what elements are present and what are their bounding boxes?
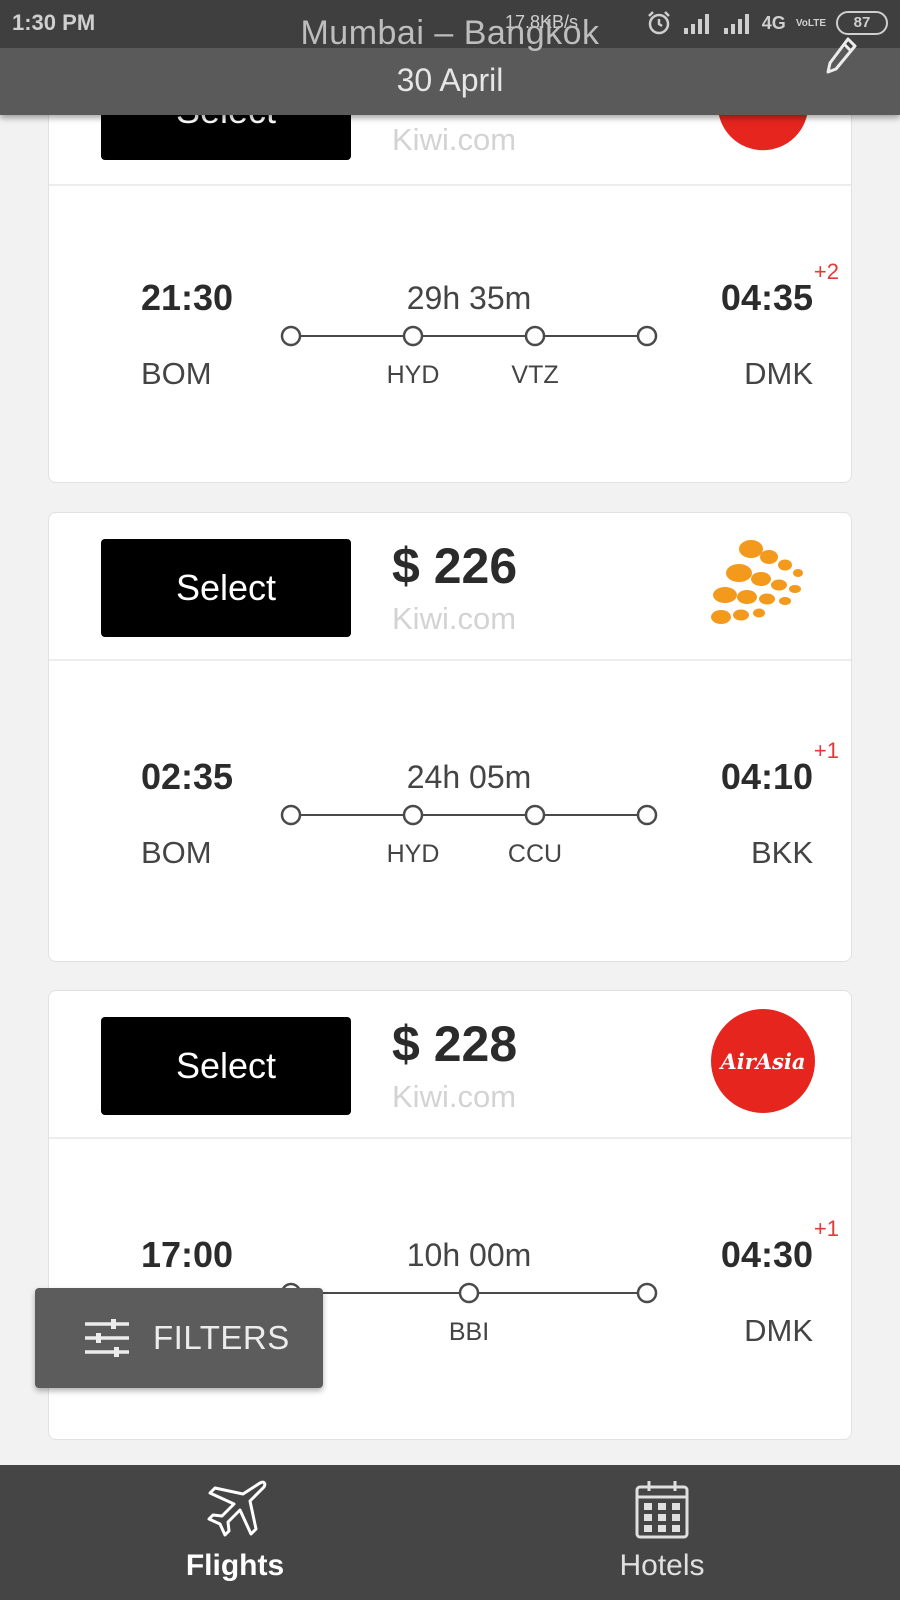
route-date: 30 April [396, 62, 504, 98]
flight-duration: 24h 05m [406, 759, 532, 795]
flight-card-header: Select $ 228 Kiwi.com AirAsia [49, 991, 851, 1139]
flight-duration: 10h 00m [406, 1237, 532, 1273]
nav-hotels[interactable]: Hotels [512, 1465, 812, 1600]
day-offset-badge: +1 [813, 1216, 839, 1241]
route-line [280, 325, 658, 347]
stopover-airport: CCU [507, 840, 563, 868]
nav-hotels-label: Hotels [619, 1549, 705, 1582]
arrival-time: 04:30 [720, 1234, 813, 1275]
departure-time: 02:35 [141, 756, 234, 797]
airline-logo [711, 540, 803, 624]
stopover-airport: HYD [386, 361, 440, 389]
day-offset-badge: +2 [813, 259, 839, 284]
airasia-logo-text: AirAsia [720, 1048, 806, 1074]
airplane-icon [207, 1480, 267, 1537]
flight-duration: 29h 35m [406, 280, 532, 316]
route-line [280, 804, 658, 826]
route-line [280, 1282, 658, 1304]
price: $ 228 [392, 1016, 518, 1072]
provider-label: Kiwi.com [392, 1079, 517, 1114]
provider-label: Kiwi.com [392, 122, 517, 157]
pencil-icon[interactable] [824, 36, 858, 76]
arrival-airport: DMK [744, 356, 813, 391]
flight-card: Select $ 226 Kiwi.com 02:35 24h 05m 04:1… [48, 512, 852, 962]
arrival-airport: DMK [744, 1313, 813, 1348]
stopover-airport: VTZ [511, 361, 559, 389]
departure-time: 21:30 [141, 277, 234, 318]
departure-time: 17:00 [141, 1234, 234, 1275]
stopover-airport: HYD [386, 840, 440, 868]
select-button[interactable]: Select [101, 539, 351, 637]
filters-label: FILTERS [153, 1319, 290, 1356]
stopover-airport: BBI [448, 1318, 490, 1346]
arrival-time: 04:10 [720, 756, 813, 797]
nav-flights[interactable]: Flights [85, 1465, 385, 1600]
flight-card-header: Select $ 226 Kiwi.com [49, 513, 851, 661]
price: $ 226 [392, 538, 518, 594]
provider-label: Kiwi.com [392, 601, 517, 636]
day-offset-badge: +1 [813, 738, 839, 763]
arrival-airport: BKK [750, 835, 813, 870]
departure-airport: BOM [141, 356, 212, 391]
select-button[interactable]: Select [101, 1017, 351, 1115]
filters-button[interactable]: FILTERS [35, 1288, 323, 1388]
airasia-logo: AirAsia [711, 1009, 815, 1113]
nav-flights-label: Flights [185, 1549, 285, 1582]
sliders-icon [85, 1319, 129, 1357]
calendar-building-icon [635, 1481, 689, 1539]
departure-airport: BOM [141, 835, 212, 870]
app-bar: 1:30 PM 17.8KB/s 4G VoLTE 87 Mumbai – Ba… [0, 0, 900, 115]
arrival-time: 04:35 [720, 277, 813, 318]
route-title: Mumbai – Bangkok [300, 14, 600, 52]
bottom-navigation: Flights Hotels [0, 1465, 900, 1600]
